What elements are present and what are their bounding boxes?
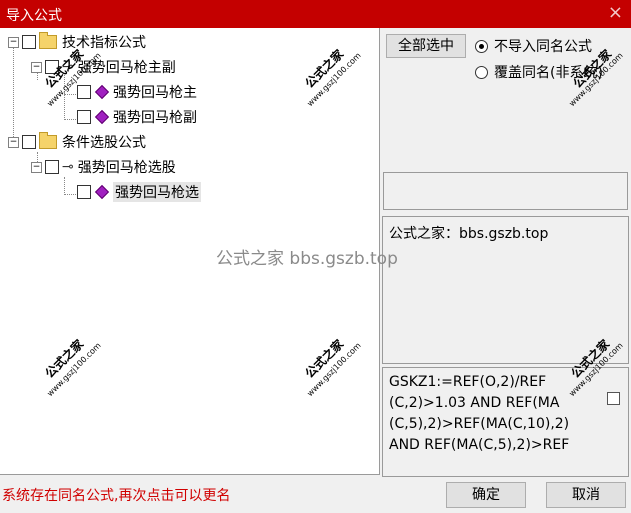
window-title: 导入公式	[6, 8, 62, 24]
collapse-icon[interactable]: −	[31, 61, 42, 73]
radio-icon[interactable]	[475, 65, 488, 79]
checkbox[interactable]	[77, 110, 91, 124]
tree-node-label: 强势回马枪副	[113, 110, 197, 126]
collapse-icon[interactable]: −	[31, 161, 42, 173]
collapse-icon[interactable]: −	[8, 136, 19, 148]
folder-icon	[39, 32, 57, 49]
description-text: 公式之家：bbs.gszb.top	[389, 226, 549, 242]
formula-icon	[94, 84, 110, 100]
tree-node-selection-formulas[interactable]: − 条件选股公式	[8, 131, 146, 153]
tree-node-leaf3[interactable]: 强势回马枪选	[77, 181, 201, 203]
key-icon: ⊸	[62, 159, 74, 175]
checkbox[interactable]	[45, 160, 59, 174]
checkbox[interactable]	[22, 135, 36, 149]
status-message: 系统存在同名公式,再次点击可以更名	[2, 488, 231, 504]
tree-node-child2[interactable]: − ⊸ 强势回马枪选股	[31, 156, 176, 178]
formula-icon	[94, 109, 110, 125]
tree-node-label: 强势回马枪选	[113, 182, 201, 202]
watermark-center: 公式之家 bbs.gszb.top	[216, 249, 398, 269]
folder-icon	[39, 132, 57, 149]
tree-node-label: 条件选股公式	[62, 135, 146, 151]
description-panel: 公式之家：bbs.gszb.top	[382, 216, 629, 364]
radio-selected-icon[interactable]	[475, 39, 488, 53]
title-bar: 导入公式 ×	[0, 0, 631, 28]
close-icon[interactable]: ×	[608, 3, 623, 23]
collapse-icon[interactable]: −	[8, 36, 19, 48]
tree-node-label: 强势回马枪选股	[77, 160, 176, 176]
checkbox[interactable]	[77, 185, 91, 199]
select-all-button[interactable]: 全部选中	[386, 34, 466, 58]
formula-code-panel: GSKZ1:=REF(O,2)/REF (C,2)>1.03 AND REF(M…	[382, 367, 629, 477]
checkbox[interactable]	[22, 35, 36, 49]
formula-code-text: GSKZ1:=REF(O,2)/REF (C,2)>1.03 AND REF(M…	[389, 374, 570, 453]
formula-icon	[94, 184, 110, 200]
checkbox[interactable]	[77, 85, 91, 99]
tree-node-leaf1[interactable]: 强势回马枪主	[77, 81, 197, 103]
code-checkbox[interactable]	[607, 392, 620, 405]
ok-button[interactable]: 确定	[446, 482, 526, 508]
radio-label: 不导入同名公式	[494, 39, 592, 55]
radio-no-import[interactable]: 不导入同名公式	[475, 36, 592, 56]
empty-field	[383, 172, 628, 210]
tree-node-leaf2[interactable]: 强势回马枪副	[77, 106, 197, 128]
cancel-button[interactable]: 取消	[546, 482, 626, 508]
tree-node-label: 强势回马枪主	[113, 85, 197, 101]
